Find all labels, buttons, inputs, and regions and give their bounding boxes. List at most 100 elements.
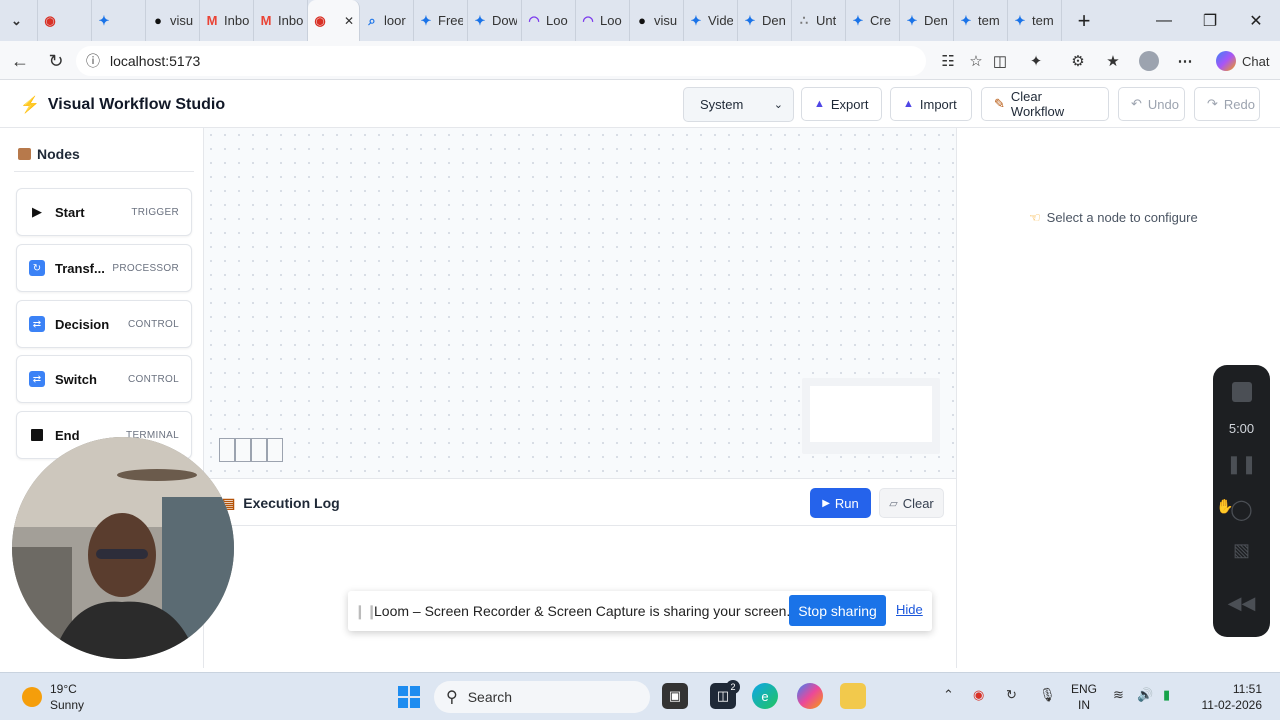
more-menu-icon[interactable]: ⋯ bbox=[1173, 49, 1197, 73]
browser-tab[interactable]: ⌄ bbox=[0, 0, 38, 41]
palette-node-decision[interactable]: ⇄ Decision CONTROL bbox=[16, 300, 192, 348]
edge-icon[interactable]: e bbox=[752, 683, 778, 709]
zoom-out-button[interactable] bbox=[235, 438, 251, 462]
browser-tab[interactable]: ✦ Cre bbox=[846, 0, 900, 41]
palette-node-tag: CONTROL bbox=[128, 318, 179, 330]
video-icon[interactable]: ◫ bbox=[988, 49, 1012, 73]
palette-node-tag: TRIGGER bbox=[131, 206, 179, 218]
battery-icon[interactable]: ▮ bbox=[1163, 687, 1170, 703]
palette-node-start[interactable]: ▶ Start TRIGGER bbox=[16, 188, 192, 236]
undo-button[interactable]: ↶ Undo bbox=[1118, 87, 1185, 121]
language-indicator[interactable]: ENG IN bbox=[1070, 681, 1098, 713]
wifi-icon[interactable]: ≋ bbox=[1113, 687, 1124, 703]
profile-avatar[interactable] bbox=[1137, 49, 1161, 73]
browser-tab[interactable]: ● visu bbox=[630, 0, 684, 41]
lock-button[interactable] bbox=[267, 438, 283, 462]
loom-tray-icon[interactable]: ◉ bbox=[973, 687, 984, 703]
address-bar[interactable]: ⓘ localhost:5173 bbox=[76, 46, 926, 76]
zoom-in-button[interactable] bbox=[219, 438, 235, 462]
browser-tab[interactable]: ⌕ loor bbox=[360, 0, 414, 41]
restore-button[interactable]: ❐ bbox=[1187, 0, 1233, 41]
workflow-canvas[interactable] bbox=[204, 128, 956, 478]
trash-icon[interactable]: ▧ bbox=[1213, 540, 1270, 561]
task-view-icon[interactable]: ▣ bbox=[662, 683, 688, 709]
browser-tab[interactable]: ✦ Free bbox=[414, 0, 468, 41]
minimize-button[interactable]: — bbox=[1141, 0, 1187, 41]
back-button[interactable]: ← bbox=[6, 47, 34, 75]
browser-tab[interactable]: ✦ tem bbox=[1008, 0, 1062, 41]
hand-cursor-icon: ✋ bbox=[1216, 498, 1234, 514]
browser-tab[interactable]: ◠ Loo bbox=[522, 0, 576, 41]
export-button[interactable]: ▲ Export bbox=[801, 87, 882, 121]
pause-icon[interactable]: ❚❚ bbox=[1213, 454, 1270, 475]
notification-badge: 2 bbox=[726, 680, 740, 694]
minimap-viewport bbox=[810, 386, 932, 442]
site-info-icon[interactable]: ⓘ bbox=[86, 51, 100, 71]
browser-tab-title: Cre bbox=[870, 13, 891, 28]
undo-icon: ↶ bbox=[1131, 96, 1142, 111]
stop-recording-button[interactable] bbox=[1213, 382, 1270, 402]
hide-sharing-link[interactable]: Hide bbox=[896, 602, 923, 617]
run-button[interactable]: ▶ Run bbox=[810, 488, 871, 518]
browser-tab[interactable]: M Inbo bbox=[254, 0, 308, 41]
browser-tab[interactable]: ✦ bbox=[92, 0, 146, 41]
tab-list-icon: ⌄ bbox=[11, 12, 22, 28]
reload-button[interactable]: ↻ bbox=[42, 47, 70, 75]
browser-tab[interactable]: ∴ Unt bbox=[792, 0, 846, 41]
close-tab-icon[interactable]: ✕ bbox=[344, 14, 354, 28]
translate-icon[interactable]: ☷ bbox=[936, 49, 960, 73]
palette-node-transform[interactable]: ↻ Transf... PROCESSOR bbox=[16, 244, 192, 292]
windows-start-icon[interactable] bbox=[396, 684, 422, 710]
new-tab-button[interactable]: + bbox=[1061, 0, 1107, 41]
browser-tab[interactable]: ● visu bbox=[146, 0, 200, 41]
browser-tab-title: visu bbox=[654, 13, 678, 28]
browser-tab[interactable]: ✦ tem bbox=[954, 0, 1008, 41]
app-header: ⚡ Visual Workflow Studio System ⌄ ▲ Expo… bbox=[0, 80, 1280, 128]
browser-tab[interactable]: ✦ Dow bbox=[468, 0, 522, 41]
react-icon: ✦ bbox=[98, 12, 110, 28]
favorites-icon[interactable]: ★ bbox=[1101, 49, 1125, 73]
favorite-star-icon[interactable]: ☆ bbox=[964, 49, 988, 73]
play-icon: ▶ bbox=[822, 497, 830, 509]
clear-workflow-button[interactable]: ✎ Clear Workflow bbox=[981, 87, 1109, 121]
drag-handle-icon[interactable]: ❙❙ bbox=[354, 603, 377, 620]
taskbar-search[interactable]: ⚲ Search bbox=[434, 681, 650, 713]
chevron-up-icon[interactable]: ⌃ bbox=[943, 687, 954, 703]
redo-button[interactable]: ↷ Redo bbox=[1194, 87, 1260, 121]
copilot-icon[interactable] bbox=[797, 683, 823, 709]
palette-node-label: Switch bbox=[55, 371, 97, 387]
theme-select-value: System bbox=[700, 97, 744, 112]
copilot-chat-button[interactable]: Chat bbox=[1208, 47, 1274, 75]
minimap[interactable] bbox=[802, 378, 940, 454]
sync-icon[interactable]: ↻ bbox=[1006, 687, 1017, 703]
import-icon: ▲ bbox=[903, 98, 914, 110]
taskbar-clock[interactable]: 11:51 11-02-2026 bbox=[1200, 681, 1263, 713]
volume-icon[interactable]: 🔊 bbox=[1137, 687, 1153, 703]
browser-tab[interactable]: ◉ ✕ bbox=[308, 0, 360, 41]
browser-tab[interactable]: ✦ Den bbox=[900, 0, 954, 41]
browser-tab-title: Vide bbox=[708, 13, 733, 28]
clear-log-button[interactable]: ▱ Clear bbox=[879, 488, 944, 518]
theme-select[interactable]: System ⌄ bbox=[683, 87, 794, 122]
stop-sharing-button[interactable]: Stop sharing bbox=[789, 595, 886, 626]
extensions-icon[interactable]: ✦ bbox=[1024, 49, 1048, 73]
file-explorer-icon[interactable] bbox=[840, 683, 866, 709]
import-button[interactable]: ▲ Import bbox=[890, 87, 972, 121]
browser-tab[interactable]: ◉ bbox=[38, 0, 92, 41]
fit-view-button[interactable] bbox=[251, 438, 267, 462]
browser-tab[interactable]: ✦ Den bbox=[738, 0, 792, 41]
browser-essentials-icon[interactable]: ⚙ bbox=[1066, 49, 1090, 73]
browser-tab[interactable]: ◠ Loo bbox=[576, 0, 630, 41]
react-icon: ✦ bbox=[852, 12, 864, 28]
weather-widget[interactable]: 19°C Sunny bbox=[22, 681, 84, 713]
rainbow-icon: ◠ bbox=[528, 12, 540, 28]
browser-tab[interactable]: ✦ Vide bbox=[684, 0, 738, 41]
webcam-bubble[interactable] bbox=[12, 437, 234, 659]
close-window-button[interactable]: ✕ bbox=[1233, 0, 1279, 41]
taskbar-search-placeholder: Search bbox=[467, 689, 513, 705]
microphone-icon[interactable]: 🎙 bbox=[1039, 687, 1056, 703]
palette-node-switch[interactable]: ⇄ Switch CONTROL bbox=[16, 355, 192, 403]
collapse-icon[interactable]: ◀◀ bbox=[1213, 593, 1270, 614]
browser-tab[interactable]: M Inbo bbox=[200, 0, 254, 41]
palette-title: Nodes bbox=[37, 146, 80, 162]
